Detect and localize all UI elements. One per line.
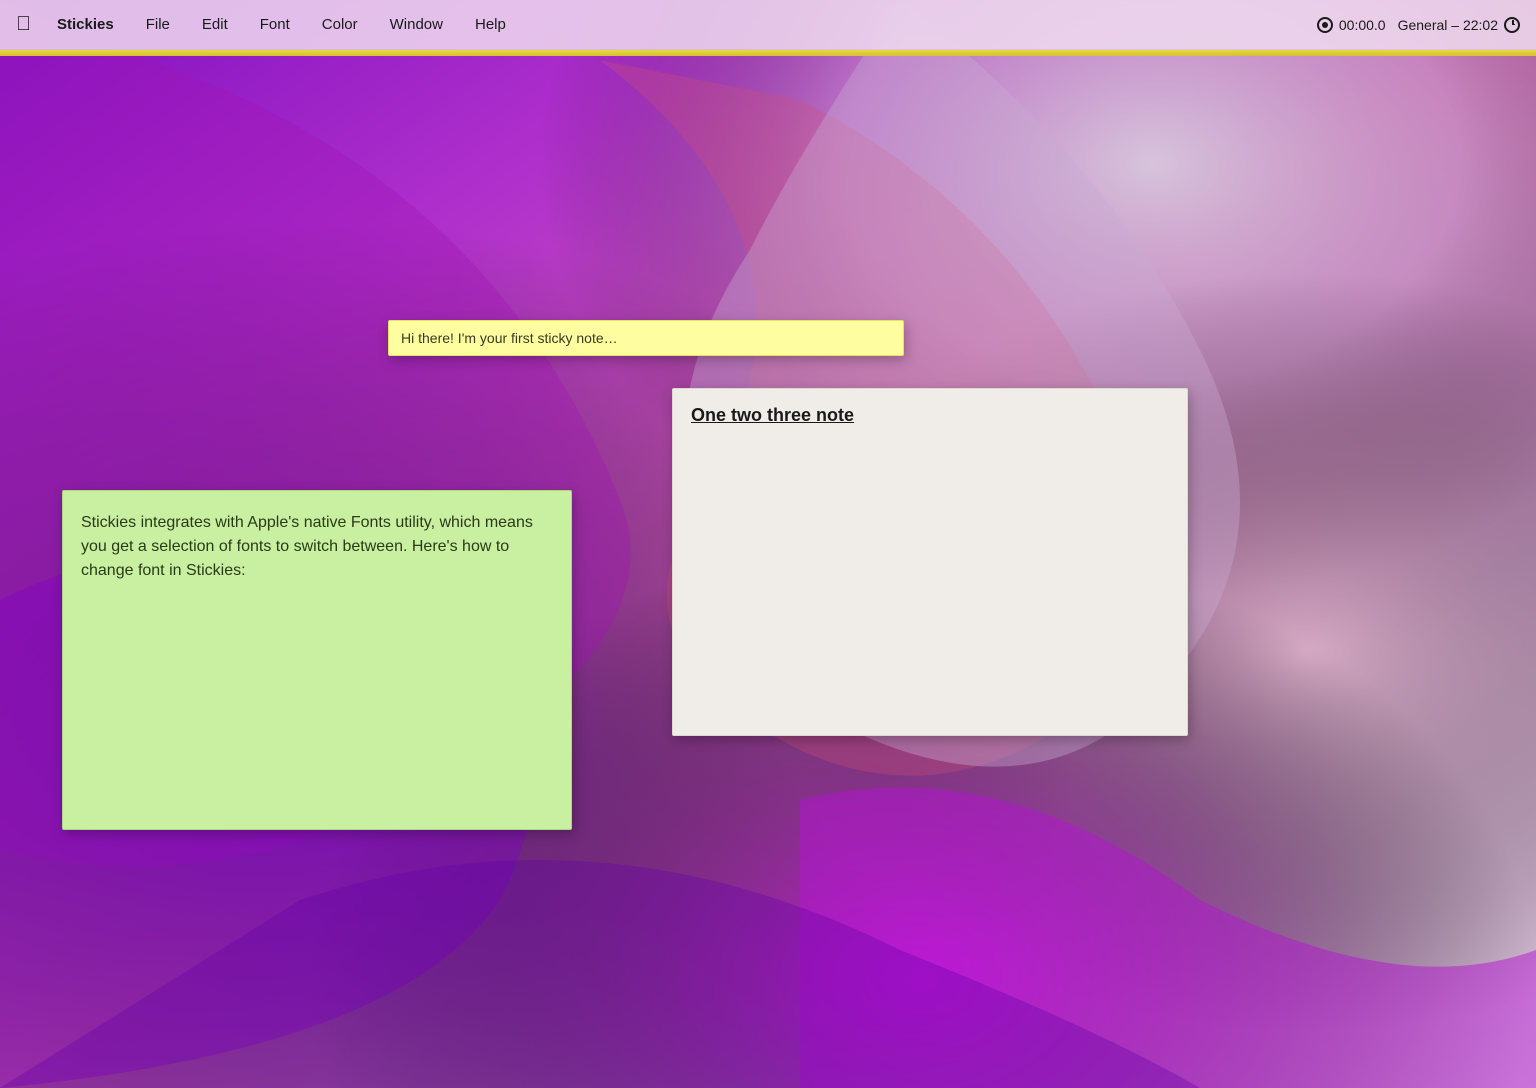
help-menu[interactable]: Help [469, 12, 512, 37]
file-menu[interactable]: File [140, 12, 176, 37]
clock-icon [1504, 17, 1520, 33]
sticky-note-yellow[interactable]: Hi there! I'm your first sticky note… [388, 320, 904, 356]
app-name-menu[interactable]: Stickies [51, 12, 120, 37]
clock-status[interactable]: General – 22:02 [1398, 17, 1520, 33]
font-menu[interactable]: Font [254, 12, 296, 37]
timer-value: 00:00.0 [1339, 17, 1386, 33]
window-menu[interactable]: Window [384, 12, 449, 37]
apple-menu-icon[interactable]:  [16, 13, 31, 36]
clock-label: General – 22:02 [1398, 17, 1498, 33]
menubar-right: 00:00.0 General – 22:02 [1317, 17, 1520, 33]
menubar:  Stickies File Edit Font Color Window H… [0, 0, 1536, 50]
record-dot [1322, 22, 1328, 28]
edit-menu[interactable]: Edit [196, 12, 234, 37]
sticky-yellow-text: Hi there! I'm your first sticky note… [401, 330, 618, 346]
sticky-green-text: Stickies integrates with Apple's native … [81, 511, 553, 583]
color-menu[interactable]: Color [316, 12, 364, 37]
sticky-note-green[interactable]: Stickies integrates with Apple's native … [62, 490, 572, 830]
sticky-note-white[interactable]: One two three note [672, 388, 1188, 736]
yellow-accent-bar [0, 50, 1536, 56]
menubar-left:  Stickies File Edit Font Color Window H… [16, 12, 1317, 37]
timer-status[interactable]: 00:00.0 [1317, 17, 1386, 33]
sticky-green-content: Stickies integrates with Apple's native … [81, 514, 533, 579]
sticky-white-title: One two three note [691, 405, 1169, 426]
record-icon [1317, 17, 1333, 33]
